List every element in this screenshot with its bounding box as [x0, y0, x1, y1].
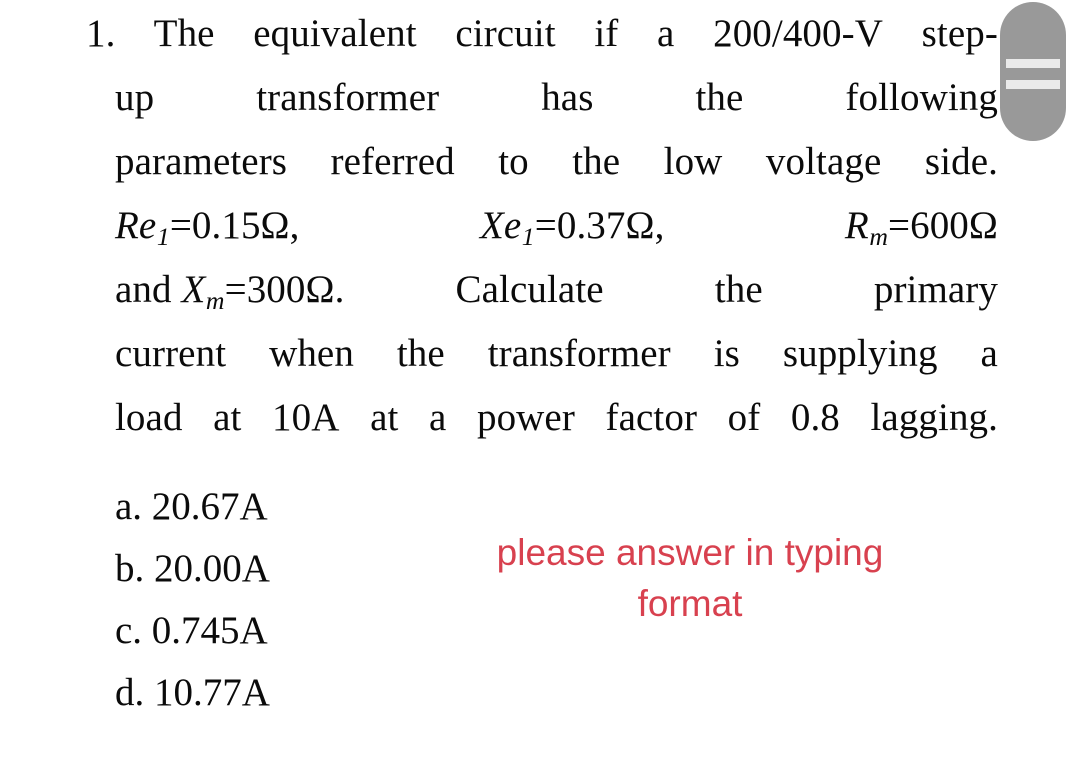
question-line-4-parameters: Re1=0.15Ω, Xe1=0.37Ω, Rm=600Ω [115, 194, 998, 258]
question-line-3: parameters referred to the low voltage s… [115, 130, 998, 194]
word: to [498, 140, 529, 183]
parameter-value: =0.37Ω, [534, 204, 665, 247]
word: the [695, 76, 744, 119]
word: a [980, 332, 998, 375]
word: transformer [256, 76, 440, 119]
word: transformer [487, 332, 671, 375]
word: a [657, 12, 675, 55]
answer-option-b[interactable]: b. 20.00A [115, 538, 445, 600]
drag-handle[interactable] [1000, 2, 1066, 141]
annotation-line-1: please answer in typing [496, 532, 884, 573]
word: factor [605, 396, 698, 439]
word: at [370, 396, 399, 439]
word: step- [921, 12, 998, 55]
answer-option-a[interactable]: a. 20.67A [115, 476, 445, 538]
word: a [428, 396, 447, 439]
word: Calculate [455, 268, 604, 311]
word: at [213, 396, 242, 439]
answer-options-list: a. 20.67A b. 20.00A c. 0.745A d. 10.77A [115, 476, 445, 724]
word: voltage [765, 140, 882, 183]
word: current [115, 332, 227, 375]
parameter-symbol: Xe [479, 204, 522, 247]
word: power [476, 396, 575, 439]
parameter-subscript: m [205, 286, 225, 316]
parameter-value: =600Ω [888, 204, 998, 247]
word: up [115, 76, 155, 119]
word: parameters [115, 140, 288, 183]
parameter-symbol: X [181, 268, 206, 311]
word: when [269, 332, 354, 375]
question-marker: 1. [86, 12, 116, 55]
drag-handle-bar-icon [1006, 80, 1060, 89]
parameter-value: =0.15Ω, [169, 204, 300, 247]
word: has [541, 76, 594, 119]
parameter-value: =300Ω. [224, 268, 345, 311]
word: of [727, 396, 761, 439]
word: lagging. [870, 396, 998, 439]
answer-option-d[interactable]: d. 10.77A [115, 662, 445, 724]
parameter-subscript: 1 [156, 222, 170, 252]
word: referred [330, 140, 455, 183]
word: supplying [782, 332, 938, 375]
drag-handle-bar-icon [1006, 59, 1060, 68]
parameter-symbol: Re [115, 204, 157, 247]
word: following [845, 76, 998, 119]
word: equivalent [253, 12, 417, 55]
annotation-line-2: format [637, 583, 743, 624]
word: load [115, 396, 183, 439]
question-line-7: load at 10A at a power factor of 0.8 lag… [115, 386, 998, 450]
word: 200/400-V [713, 12, 883, 55]
word: 10A [272, 396, 340, 439]
question-line-2: up transformer has the following [115, 66, 998, 130]
word: the [714, 268, 763, 311]
word: the [572, 140, 621, 183]
parameter-symbol: R [844, 204, 869, 247]
word: if [594, 12, 619, 55]
parameter-subscript: 1 [521, 222, 535, 252]
parameter-subscript: m [869, 222, 888, 252]
word: circuit [455, 12, 556, 55]
word: the [396, 332, 445, 375]
word: primary [873, 268, 998, 311]
question-line-1: 1. The equivalent circuit if a 200/400-V… [86, 2, 998, 66]
word: 0.8 [790, 396, 840, 439]
answer-option-c[interactable]: c. 0.745A [115, 600, 445, 662]
word: The [153, 12, 215, 55]
lead-word: and [115, 268, 172, 311]
word: is [713, 332, 740, 375]
word: side. [924, 140, 998, 183]
word: low [663, 140, 723, 183]
user-annotation: please answer in typing format [420, 527, 960, 629]
question-block: 1. The equivalent circuit if a 200/400-V… [86, 2, 998, 450]
